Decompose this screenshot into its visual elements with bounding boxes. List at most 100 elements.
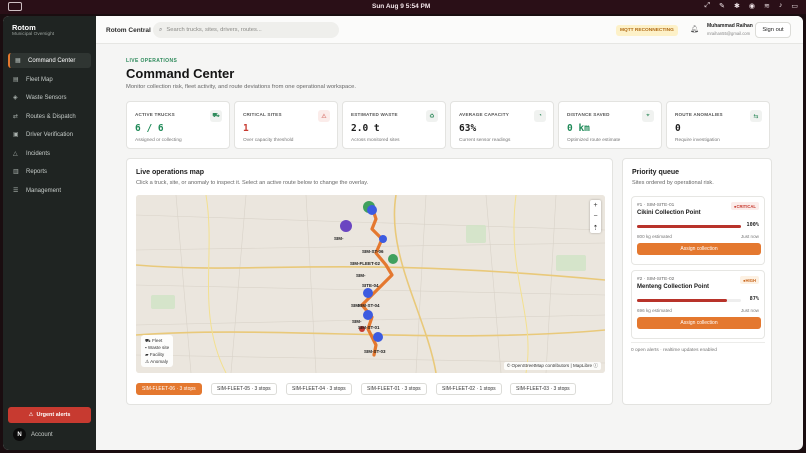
sidebar-item-fleet-map[interactable]: ▤ Fleet Map: [8, 72, 91, 87]
stat-card-route-anomalies[interactable]: ROUTE ANOMALIES 0 Require investigation …: [666, 101, 770, 149]
stat-desc: Current sensor readings: [459, 138, 511, 143]
route-button-fleet-06[interactable]: SIM-FLEET-06 · 3 stops: [136, 383, 202, 395]
alert-icon: ⚠: [28, 412, 34, 418]
queue-subtitle: Sites ordered by operational risk.: [632, 180, 714, 186]
map-zoom-controls: + − ⇡: [590, 200, 601, 233]
stat-value: 63%: [459, 123, 477, 134]
sidebar-item-label: Command Center: [28, 57, 76, 64]
volume-icon[interactable]: ♪: [779, 2, 783, 10]
info-icon[interactable]: ⓘ: [593, 363, 598, 368]
route-button-fleet-04[interactable]: SIM-FLEET-04 · 3 stops: [286, 383, 352, 395]
user-email: mraihan55@gmail.com: [707, 31, 751, 36]
brand-subtitle: Municipal Oversight: [12, 32, 55, 37]
truck-marker[interactable]: [373, 332, 383, 342]
queue-divider: [631, 342, 765, 343]
route-button-fleet-03[interactable]: SIM-FLEET-03 · 3 stops: [510, 383, 576, 395]
shuffle-icon: ⇆: [750, 110, 762, 122]
route-button-fleet-01[interactable]: SIM-FLEET-01 · 3 stops: [361, 383, 427, 395]
os-window-icon[interactable]: [8, 2, 22, 11]
zoom-out-button[interactable]: −: [590, 211, 601, 222]
stat-card-active-trucks[interactable]: ACTIVE TRUCKS 6 / 6 Assigned or collecti…: [126, 101, 230, 149]
sidebar-item-waste-sensors[interactable]: ◈ Waste Sensors: [8, 90, 91, 105]
user-name[interactable]: Muhammad Raihan: [707, 23, 753, 29]
mqtt-status-badge: MQTT RECONNECTING: [616, 25, 678, 36]
map-attribution[interactable]: © OpenStreetMap contributors | MapLibre …: [503, 362, 601, 370]
search-box[interactable]: ⌕: [153, 22, 339, 38]
accessibility-icon[interactable]: ✱: [734, 2, 740, 10]
route-button-fleet-05[interactable]: SIM-FLEET-05 · 3 stops: [211, 383, 277, 395]
fullscreen-icon[interactable]: ⤢: [705, 2, 711, 10]
legend-item-anomaly: ⚠ Anomaly: [145, 359, 169, 364]
account-label: Account: [31, 431, 53, 438]
app-window: Rotom Municipal Oversight ▦ Command Cent…: [3, 16, 803, 450]
capacity-bar-fill: [637, 299, 728, 302]
queue-item-name: Cikini Collection Point: [637, 210, 701, 216]
app-title: Rotom Central: [106, 27, 151, 34]
stat-desc: Across monitored sites: [351, 138, 400, 143]
live-map-panel: Live operations map Click a truck, site,…: [126, 158, 613, 405]
stat-value: 6 / 6: [135, 123, 164, 134]
map-marker-label: SIM-ST-01: [358, 325, 380, 330]
urgent-alerts-button[interactable]: ⚠ Urgent alerts: [8, 407, 91, 423]
queue-item-id: #2 · SIM-SITE-02: [637, 277, 675, 282]
stat-label: CRITICAL SITES: [243, 112, 282, 117]
page-eyebrow: LIVE OPERATIONS: [126, 58, 178, 64]
stat-label: ROUTE ANOMALIES: [675, 112, 723, 117]
stat-card-distance-saved[interactable]: DISTANCE SAVED 0 km Optimized route esti…: [558, 101, 662, 149]
map-icon: ▤: [13, 77, 19, 83]
truck-marker[interactable]: [363, 288, 373, 298]
assign-collection-button[interactable]: Assign collection: [637, 243, 761, 255]
sidebar-item-label: Incidents: [26, 150, 51, 157]
queue-item[interactable]: #2 · SIM-SITE-02 Menteng Collection Poin…: [631, 270, 765, 339]
pen-icon[interactable]: ✎: [719, 2, 725, 10]
zoom-in-button[interactable]: +: [590, 200, 601, 211]
stat-card-average-capacity[interactable]: AVERAGE CAPACITY 63% Current sensor read…: [450, 101, 554, 149]
truck-marker[interactable]: [379, 235, 387, 243]
sidebar-item-routes-dispatch[interactable]: ⇄ Routes & Dispatch: [8, 109, 91, 124]
os-tray: ⤢ ✎ ✱ ◉ ≋ ♪ ▭: [705, 2, 798, 10]
facility-marker[interactable]: [340, 220, 352, 232]
truck-marker[interactable]: [363, 310, 373, 320]
os-clock[interactable]: Sun Aug 9 5:54 PM: [372, 3, 430, 10]
recycle-icon: ♻: [426, 110, 438, 122]
sidebar-item-driver-verification[interactable]: ▣ Driver Verification: [8, 127, 91, 142]
stat-desc: Assigned or collecting: [135, 138, 182, 143]
wifi-icon[interactable]: ≋: [764, 2, 770, 10]
map-canvas[interactable]: SIM- SIM-FLEET-02 SIM-ST-06 SIM- SITE-04…: [136, 195, 605, 373]
waste-site-marker[interactable]: [388, 254, 398, 264]
sliders-icon: ☰: [13, 188, 19, 194]
stat-card-estimated-waste[interactable]: ESTIMATED WASTE 2.0 t Across monitored s…: [342, 101, 446, 149]
bin-icon: ▪: [145, 345, 147, 350]
capacity-percent: 87%: [749, 296, 759, 302]
live-operations-map[interactable]: SIM- SIM-FLEET-02 SIM-ST-06 SIM- SITE-04…: [136, 195, 605, 373]
page-subtitle: Monitor collection risk, fleet activity,…: [126, 84, 356, 90]
sidebar-item-management[interactable]: ☰ Management: [8, 183, 91, 198]
account-link[interactable]: N Account: [13, 428, 53, 441]
chart-icon: ▥: [13, 169, 19, 175]
map-marker-label: SIM-ST-06: [362, 249, 384, 254]
compass-button[interactable]: ⇡: [590, 222, 601, 233]
severity-badge: ● HIGH: [740, 276, 759, 284]
record-icon[interactable]: ◉: [749, 2, 755, 10]
main-content: LIVE OPERATIONS Command Center Monitor c…: [96, 44, 803, 450]
bell-icon[interactable]: 🔔︎: [690, 25, 699, 33]
search-icon: ⌕: [159, 26, 163, 33]
stat-value: 1: [243, 123, 249, 134]
sidebar-item-incidents[interactable]: △ Incidents: [8, 146, 91, 161]
sidebar-item-command-center[interactable]: ▦ Command Center: [8, 53, 91, 68]
sidebar-item-reports[interactable]: ▥ Reports: [8, 164, 91, 179]
waste-estimate: 800 kg estimated: [637, 234, 672, 239]
waste-estimate: 696 kg estimated: [637, 308, 672, 313]
battery-icon[interactable]: ▭: [791, 2, 798, 10]
queue-item[interactable]: #1 · SIM-SITE-01 Cikini Collection Point…: [631, 196, 765, 265]
stat-card-critical-sites[interactable]: CRITICAL SITES 1 Over capacity threshold…: [234, 101, 338, 149]
id-card-icon: ▣: [13, 132, 19, 138]
map-marker-label: SIM-ST-03: [364, 349, 386, 354]
map-marker-label: SITE-04: [362, 283, 379, 288]
search-input[interactable]: [166, 27, 332, 33]
route-button-fleet-02[interactable]: SIM-FLEET-02 · 1 stops: [436, 383, 502, 395]
assign-collection-button[interactable]: Assign collection: [637, 317, 761, 329]
sign-out-button[interactable]: Sign out: [755, 22, 791, 38]
grid-icon: ▦: [15, 58, 21, 64]
truck-marker[interactable]: [367, 205, 377, 215]
